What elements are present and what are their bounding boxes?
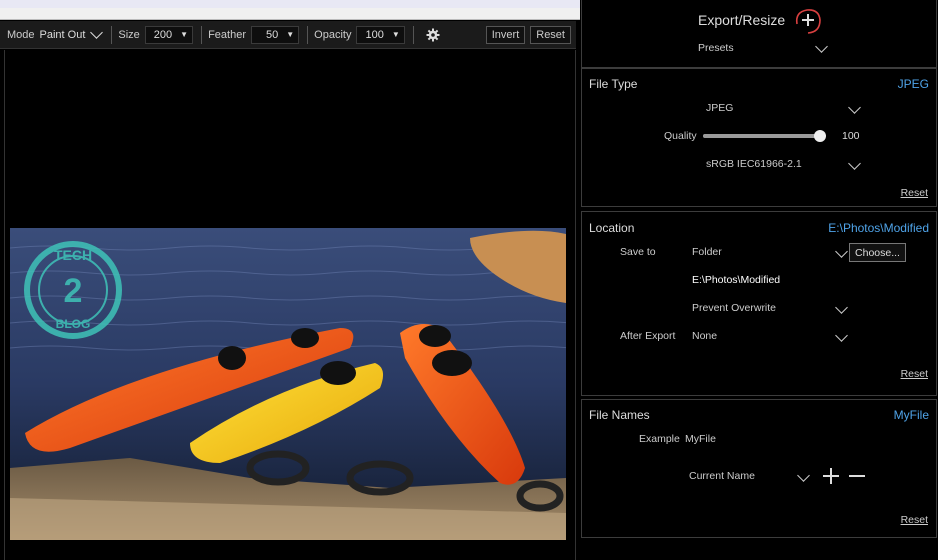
- plus-icon: [795, 9, 821, 34]
- file-names-panel: File Names MyFile Example MyFile Current…: [581, 399, 937, 538]
- after-export-chevron-down-icon[interactable]: [834, 334, 848, 344]
- toolbar-divider: [412, 25, 414, 44]
- format-select-value[interactable]: JPEG: [706, 102, 733, 114]
- kayak-photo: TECH 2 BLOG: [10, 228, 566, 540]
- dropdown-arrow-icon: ▼: [391, 30, 400, 39]
- color-profile-chevron-down-icon[interactable]: [847, 162, 861, 172]
- add-token-button[interactable]: [822, 467, 840, 485]
- example-label: Example: [639, 433, 680, 445]
- svg-text:2: 2: [64, 272, 83, 310]
- export-resize-panel: Export/Resize Presets: [581, 0, 937, 68]
- chevron-down-icon: [89, 30, 103, 40]
- quality-slider-fill: [703, 134, 820, 138]
- file-names-value: MyFile: [893, 408, 929, 422]
- window-top-strip: [0, 0, 580, 8]
- location-path: E:\Photos\Modified: [692, 274, 781, 286]
- toolbar-divider: [201, 25, 203, 44]
- after-export-value[interactable]: None: [692, 330, 717, 342]
- location-title: Location: [589, 221, 635, 235]
- feather-value: 50: [266, 28, 279, 41]
- location-reset-link[interactable]: Reset: [901, 368, 928, 380]
- brush-toolbar: Mode Paint Out Size 200 ▼ Feather 50 ▼ O…: [0, 21, 576, 49]
- export-title: Export/Resize: [698, 12, 786, 28]
- size-select[interactable]: 200 ▼: [144, 25, 194, 44]
- remove-token-button[interactable]: [848, 467, 866, 485]
- quality-slider[interactable]: [703, 130, 826, 142]
- svg-text:TECH: TECH: [54, 247, 92, 263]
- window-top-bar: [0, 8, 580, 20]
- file-names-reset-link[interactable]: Reset: [901, 514, 928, 526]
- feather-label: Feather: [208, 28, 246, 41]
- opacity-value: 100: [365, 28, 384, 41]
- plus-icon: [823, 468, 839, 484]
- presets-label: Presets: [698, 42, 734, 54]
- editor-pane: Mode Paint Out Size 200 ▼ Feather 50 ▼ O…: [0, 0, 580, 560]
- file-type-value: JPEG: [897, 77, 929, 91]
- current-name-token[interactable]: Current Name: [689, 470, 755, 482]
- mode-dropdown[interactable]: Paint Out: [40, 29, 104, 41]
- file-type-reset-link[interactable]: Reset: [901, 187, 928, 199]
- toolbar-reset-button[interactable]: Reset: [530, 25, 571, 44]
- after-export-label: After Export: [620, 330, 676, 342]
- toolbar-divider: [307, 25, 309, 44]
- invert-button[interactable]: Invert: [485, 25, 526, 44]
- current-name-chevron-down-icon[interactable]: [796, 474, 810, 484]
- dropdown-arrow-icon: ▼: [286, 30, 295, 39]
- feather-select[interactable]: 50 ▼: [251, 25, 300, 44]
- opacity-label: Opacity: [314, 28, 352, 41]
- format-chevron-down-icon[interactable]: [847, 106, 861, 116]
- overwrite-value[interactable]: Prevent Overwrite: [692, 302, 776, 314]
- gear-icon[interactable]: [426, 28, 440, 42]
- example-value: MyFile: [685, 433, 716, 445]
- export-sidebar: Export/Resize Presets File Type JPEG JPE…: [580, 0, 938, 560]
- location-value: E:\Photos\Modified: [828, 221, 929, 235]
- size-label: Size: [118, 28, 140, 41]
- size-value: 200: [153, 28, 173, 41]
- photo-preview[interactable]: TECH 2 BLOG: [10, 228, 566, 540]
- file-type-panel: File Type JPEG JPEG Quality 100 sRGB IEC…: [581, 68, 937, 207]
- add-preset-button[interactable]: [793, 6, 823, 36]
- location-panel: Location E:\Photos\Modified Save to Fold…: [581, 211, 937, 396]
- mode-value: Paint Out: [39, 28, 86, 41]
- dropdown-arrow-icon: ▼: [180, 30, 189, 39]
- opacity-select[interactable]: 100 ▼: [356, 25, 405, 44]
- minus-icon: [849, 475, 865, 477]
- choose-folder-button[interactable]: Choose...: [849, 243, 906, 262]
- quality-label: Quality: [664, 130, 697, 142]
- file-names-title: File Names: [589, 408, 650, 422]
- color-profile-value[interactable]: sRGB IEC61966-2.1: [706, 158, 802, 170]
- quality-slider-handle[interactable]: [814, 130, 826, 142]
- quality-value: 100: [842, 130, 860, 142]
- save-to-value[interactable]: Folder: [692, 246, 722, 258]
- save-to-label: Save to: [620, 246, 656, 258]
- presets-chevron-down-icon[interactable]: [814, 45, 828, 55]
- mode-label: Mode: [7, 28, 35, 41]
- toolbar-divider: [111, 25, 113, 44]
- svg-text:BLOG: BLOG: [56, 317, 91, 331]
- overwrite-chevron-down-icon[interactable]: [834, 306, 848, 316]
- save-to-chevron-down-icon[interactable]: [834, 250, 848, 260]
- file-type-title: File Type: [589, 77, 638, 91]
